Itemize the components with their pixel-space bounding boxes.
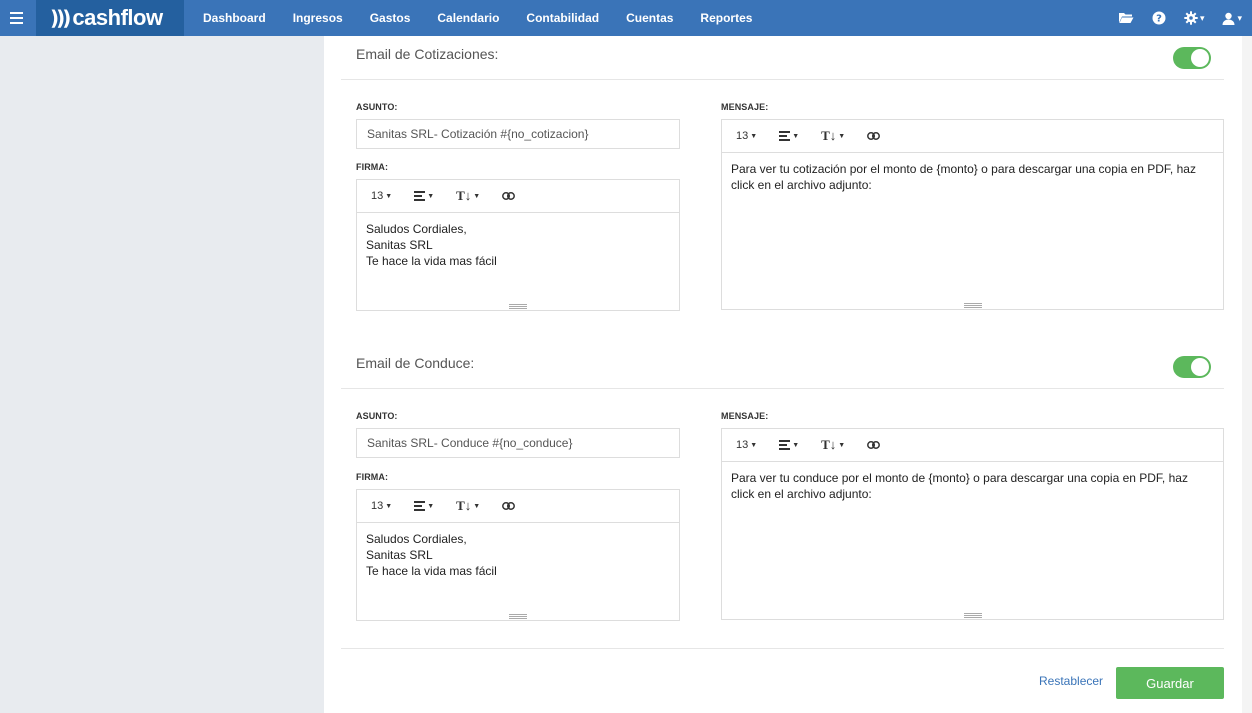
mensaje-editor-conduce: 13 ▼ ▼ T↓ ▼ Para ver tu conduce por el mon… bbox=[721, 428, 1224, 620]
text-style-icon[interactable]: T↓ ▼ bbox=[821, 433, 845, 457]
section-title-cotizaciones: Email de Cotizaciones: bbox=[356, 46, 499, 62]
save-button[interactable]: Guardar bbox=[1116, 667, 1224, 699]
firma-label: FIRMA: bbox=[356, 472, 389, 482]
asunto-input-cotizaciones[interactable]: Sanitas SRL- Cotización #{no_cotizacion} bbox=[356, 119, 680, 149]
folder-open-icon[interactable] bbox=[1118, 12, 1134, 24]
align-icon[interactable]: ▼ bbox=[414, 494, 434, 518]
toggle-cotizaciones[interactable] bbox=[1173, 47, 1211, 69]
asunto-label: ASUNTO: bbox=[356, 102, 398, 112]
mensaje-text[interactable]: Para ver tu cotización por el monto de {… bbox=[722, 153, 1223, 201]
editor-toolbar: 13 ▼ ▼ T↓ ▼ bbox=[357, 180, 679, 213]
top-navbar: ))) cashflow Dashboard Ingresos Gastos C… bbox=[0, 0, 1252, 36]
nav-link-cuentas[interactable]: Cuentas bbox=[626, 11, 673, 25]
mensaje-label: MENSAJE: bbox=[721, 411, 769, 421]
firma-editor-cotizaciones: 13 ▼ ▼ T↓ ▼ Saludos Cordiales, Sanitas SRL… bbox=[356, 179, 680, 311]
cashflow-logo-icon: ))) bbox=[50, 6, 71, 30]
firma-text[interactable]: Saludos Cordiales, Sanitas SRL Te hace l… bbox=[357, 523, 679, 587]
main-nav: Dashboard Ingresos Gastos Calendario Con… bbox=[203, 0, 779, 36]
divider bbox=[341, 79, 1224, 80]
text-style-icon[interactable]: T↓ ▼ bbox=[456, 494, 480, 518]
nav-actions: ? ▾ ▾ bbox=[1118, 0, 1242, 36]
font-size-value: 13 bbox=[736, 439, 749, 451]
nav-link-gastos[interactable]: Gastos bbox=[370, 11, 411, 25]
asunto-label: ASUNTO: bbox=[356, 411, 398, 421]
font-size-value: 13 bbox=[371, 190, 384, 202]
text-style-icon[interactable]: T↓ ▼ bbox=[456, 184, 480, 208]
editor-toolbar: 13 ▼ ▼ T↓ ▼ bbox=[357, 490, 679, 523]
section-title-conduce: Email de Conduce: bbox=[356, 355, 475, 371]
chevron-down-icon: ▾ bbox=[1237, 12, 1242, 23]
nav-link-contabilidad[interactable]: Contabilidad bbox=[526, 11, 599, 25]
toggle-conduce[interactable] bbox=[1173, 356, 1211, 378]
font-size-value: 13 bbox=[736, 130, 749, 142]
firma-text[interactable]: Saludos Cordiales, Sanitas SRL Te hace l… bbox=[357, 213, 679, 277]
brand-name: cashflow bbox=[72, 5, 163, 30]
brand-logo[interactable]: ))) cashflow bbox=[36, 0, 184, 36]
nav-link-calendario[interactable]: Calendario bbox=[437, 11, 499, 25]
chevron-down-icon: ▾ bbox=[1199, 12, 1205, 23]
text-style-icon[interactable]: T↓ ▼ bbox=[821, 124, 845, 148]
divider bbox=[341, 648, 1224, 649]
firma-editor-conduce: 13 ▼ ▼ T↓ ▼ Saludos Cordiales, Sanitas SRL… bbox=[356, 489, 680, 621]
link-icon[interactable] bbox=[502, 184, 516, 208]
mensaje-editor-cotizaciones: 13 ▼ ▼ T↓ ▼ Para ver tu cotización por el … bbox=[721, 119, 1224, 310]
align-icon[interactable]: ▼ bbox=[779, 124, 799, 148]
font-size-dropdown[interactable]: 13 ▼ bbox=[371, 184, 392, 208]
nav-link-dashboard[interactable]: Dashboard bbox=[203, 11, 266, 25]
question-circle-icon[interactable]: ? bbox=[1152, 11, 1166, 25]
reset-button[interactable]: Restablecer bbox=[1039, 674, 1103, 688]
align-icon[interactable]: ▼ bbox=[779, 433, 799, 457]
toggle-knob bbox=[1191, 49, 1209, 67]
scrollbar[interactable] bbox=[1242, 36, 1252, 713]
resize-handle[interactable] bbox=[509, 614, 527, 620]
editor-toolbar: 13 ▼ ▼ T↓ ▼ bbox=[722, 120, 1223, 153]
nav-link-ingresos[interactable]: Ingresos bbox=[293, 11, 343, 25]
nav-link-reportes[interactable]: Reportes bbox=[700, 11, 752, 25]
mensaje-text[interactable]: Para ver tu conduce por el monto de {mon… bbox=[722, 462, 1223, 510]
gear-icon[interactable]: ▾ bbox=[1184, 11, 1205, 25]
link-icon[interactable] bbox=[502, 494, 516, 518]
font-size-dropdown[interactable]: 13 ▼ bbox=[736, 124, 757, 148]
firma-label: FIRMA: bbox=[356, 162, 389, 172]
link-icon[interactable] bbox=[867, 124, 881, 148]
toggle-knob bbox=[1191, 358, 1209, 376]
link-icon[interactable] bbox=[867, 433, 881, 457]
user-icon[interactable]: ▾ bbox=[1222, 12, 1242, 25]
align-icon[interactable]: ▼ bbox=[414, 184, 434, 208]
font-size-dropdown[interactable]: 13 ▼ bbox=[736, 433, 757, 457]
resize-handle[interactable] bbox=[963, 613, 982, 619]
hamburger-icon[interactable] bbox=[0, 0, 32, 36]
mensaje-label: MENSAJE: bbox=[721, 102, 769, 112]
resize-handle[interactable] bbox=[963, 303, 982, 309]
font-size-dropdown[interactable]: 13 ▼ bbox=[371, 494, 392, 518]
font-size-value: 13 bbox=[371, 500, 384, 512]
editor-toolbar: 13 ▼ ▼ T↓ ▼ bbox=[722, 429, 1223, 462]
asunto-input-conduce[interactable]: Sanitas SRL- Conduce #{no_conduce} bbox=[356, 428, 680, 458]
divider bbox=[341, 388, 1224, 389]
svg-text:?: ? bbox=[1156, 14, 1162, 25]
resize-handle[interactable] bbox=[509, 304, 527, 310]
